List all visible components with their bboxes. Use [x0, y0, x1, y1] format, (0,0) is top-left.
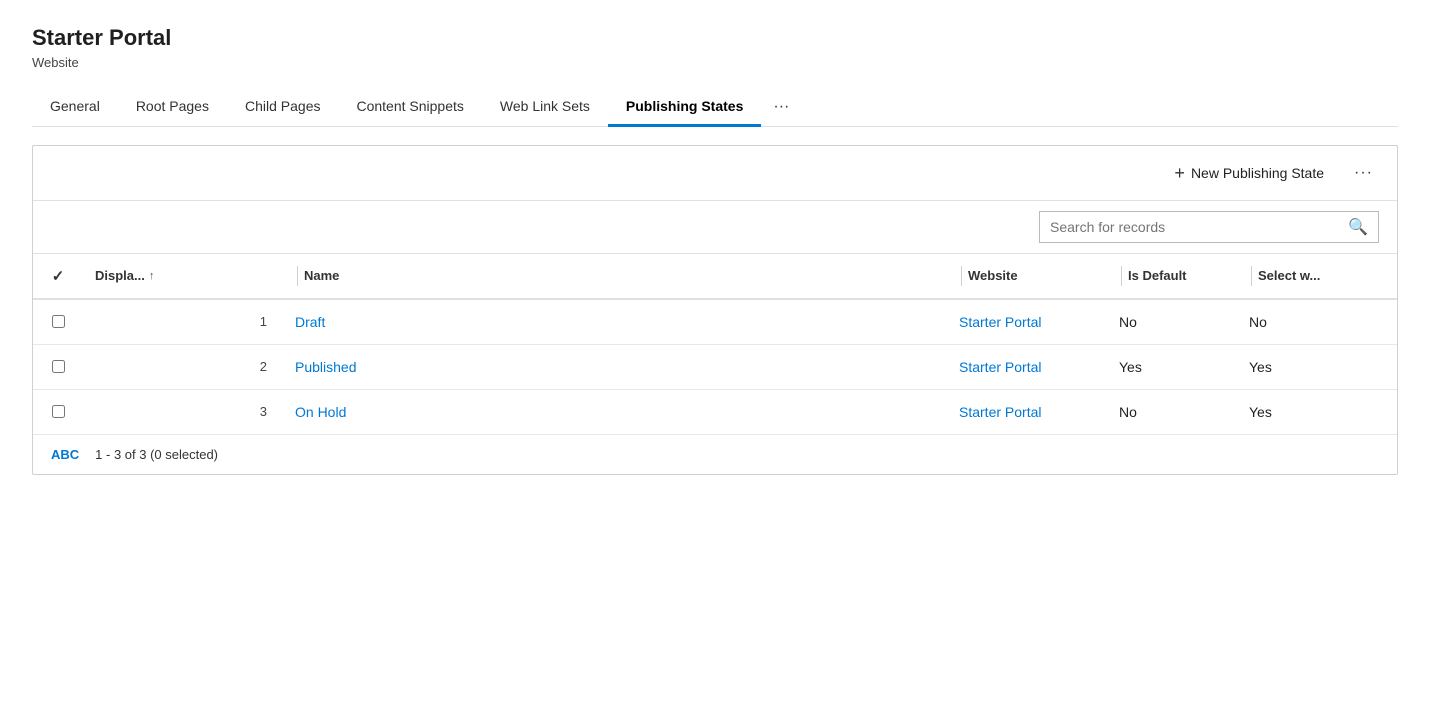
record-name-link-1[interactable]: Published — [295, 359, 357, 375]
page-title: Starter Portal — [32, 24, 1398, 53]
cell-website-1[interactable]: Starter Portal — [947, 355, 1107, 379]
table-row: 3 On Hold Starter Portal No Yes — [33, 390, 1397, 435]
record-name-link-0[interactable]: Draft — [295, 314, 325, 330]
search-icon[interactable]: 🔍 — [1348, 217, 1368, 237]
cell-select-w-1: Yes — [1237, 355, 1397, 379]
cell-display-order-2: 3 — [83, 400, 283, 423]
table-row: 2 Published Starter Portal Yes Yes — [33, 345, 1397, 390]
col-is-default-label: Is Default — [1128, 268, 1187, 283]
record-website-link-2[interactable]: Starter Portal — [959, 404, 1041, 420]
divider-v3 — [1121, 266, 1122, 286]
table-body: 1 Draft Starter Portal No No 2 Published… — [33, 300, 1397, 435]
toolbar: + New Publishing State ··· — [33, 146, 1397, 201]
divider-v2 — [961, 266, 962, 286]
checkmark-icon[interactable]: ✓ — [52, 267, 65, 285]
footer-count: 1 - 3 of 3 (0 selected) — [95, 447, 218, 462]
search-row: 🔍 — [33, 201, 1397, 254]
cell-is-default-0: No — [1107, 310, 1237, 334]
cell-display-order-1: 2 — [83, 355, 283, 378]
col-check: ✓ — [33, 263, 83, 289]
divider-v1 — [297, 266, 298, 286]
toolbar-ellipsis-button[interactable]: ··· — [1348, 160, 1379, 186]
cell-is-default-1: Yes — [1107, 355, 1237, 379]
content-area: + New Publishing State ··· 🔍 ✓ Displa...… — [32, 145, 1398, 475]
cell-display-order-0: 1 — [83, 310, 283, 333]
footer-abc[interactable]: ABC — [51, 447, 79, 462]
cell-checkbox-2[interactable] — [33, 401, 83, 422]
cell-name-1[interactable]: Published — [283, 355, 947, 379]
table-header: ✓ Displa... ↑ Name Website Is Default Se… — [33, 254, 1397, 300]
tab-child-pages[interactable]: Child Pages — [227, 88, 339, 127]
col-select-w-label: Select w... — [1258, 268, 1320, 283]
divider-v4 — [1251, 266, 1252, 286]
new-btn-label: New Publishing State — [1191, 165, 1324, 181]
cell-name-2[interactable]: On Hold — [283, 400, 947, 424]
cell-checkbox-1[interactable] — [33, 356, 83, 377]
cell-select-w-0: No — [1237, 310, 1397, 334]
tab-publishing-states[interactable]: Publishing States — [608, 88, 761, 127]
tab-content-snippets[interactable]: Content Snippets — [338, 88, 481, 127]
col-name-label: Name — [304, 268, 339, 283]
col-website: Website — [947, 262, 1107, 290]
search-box: 🔍 — [1039, 211, 1379, 243]
col-website-label: Website — [968, 268, 1018, 283]
col-display-label: Displa... — [95, 268, 145, 283]
new-publishing-state-button[interactable]: + New Publishing State — [1166, 160, 1332, 186]
col-select-w: Select w... — [1237, 262, 1397, 290]
plus-icon: + — [1174, 164, 1185, 182]
cell-select-w-2: Yes — [1237, 400, 1397, 424]
tab-general[interactable]: General — [32, 88, 118, 127]
record-website-link-1[interactable]: Starter Portal — [959, 359, 1041, 375]
record-website-link-0[interactable]: Starter Portal — [959, 314, 1041, 330]
cell-website-0[interactable]: Starter Portal — [947, 310, 1107, 334]
col-display-order[interactable]: Displa... ↑ — [83, 264, 283, 287]
col-is-default: Is Default — [1107, 262, 1237, 290]
sort-asc-icon: ↑ — [149, 270, 155, 282]
col-name: Name — [283, 262, 947, 290]
tab-root-pages[interactable]: Root Pages — [118, 88, 227, 127]
tab-web-link-sets[interactable]: Web Link Sets — [482, 88, 608, 127]
record-name-link-2[interactable]: On Hold — [295, 404, 346, 420]
cell-checkbox-0[interactable] — [33, 311, 83, 332]
table-row: 1 Draft Starter Portal No No — [33, 300, 1397, 345]
tab-more-icon[interactable]: ··· — [761, 88, 801, 126]
page-subtitle: Website — [32, 55, 1398, 70]
cell-name-0[interactable]: Draft — [283, 310, 947, 334]
cell-website-2[interactable]: Starter Portal — [947, 400, 1107, 424]
tab-bar: General Root Pages Child Pages Content S… — [32, 88, 1398, 127]
cell-is-default-2: No — [1107, 400, 1237, 424]
table-footer: ABC 1 - 3 of 3 (0 selected) — [33, 435, 1397, 474]
search-input[interactable] — [1050, 219, 1348, 235]
